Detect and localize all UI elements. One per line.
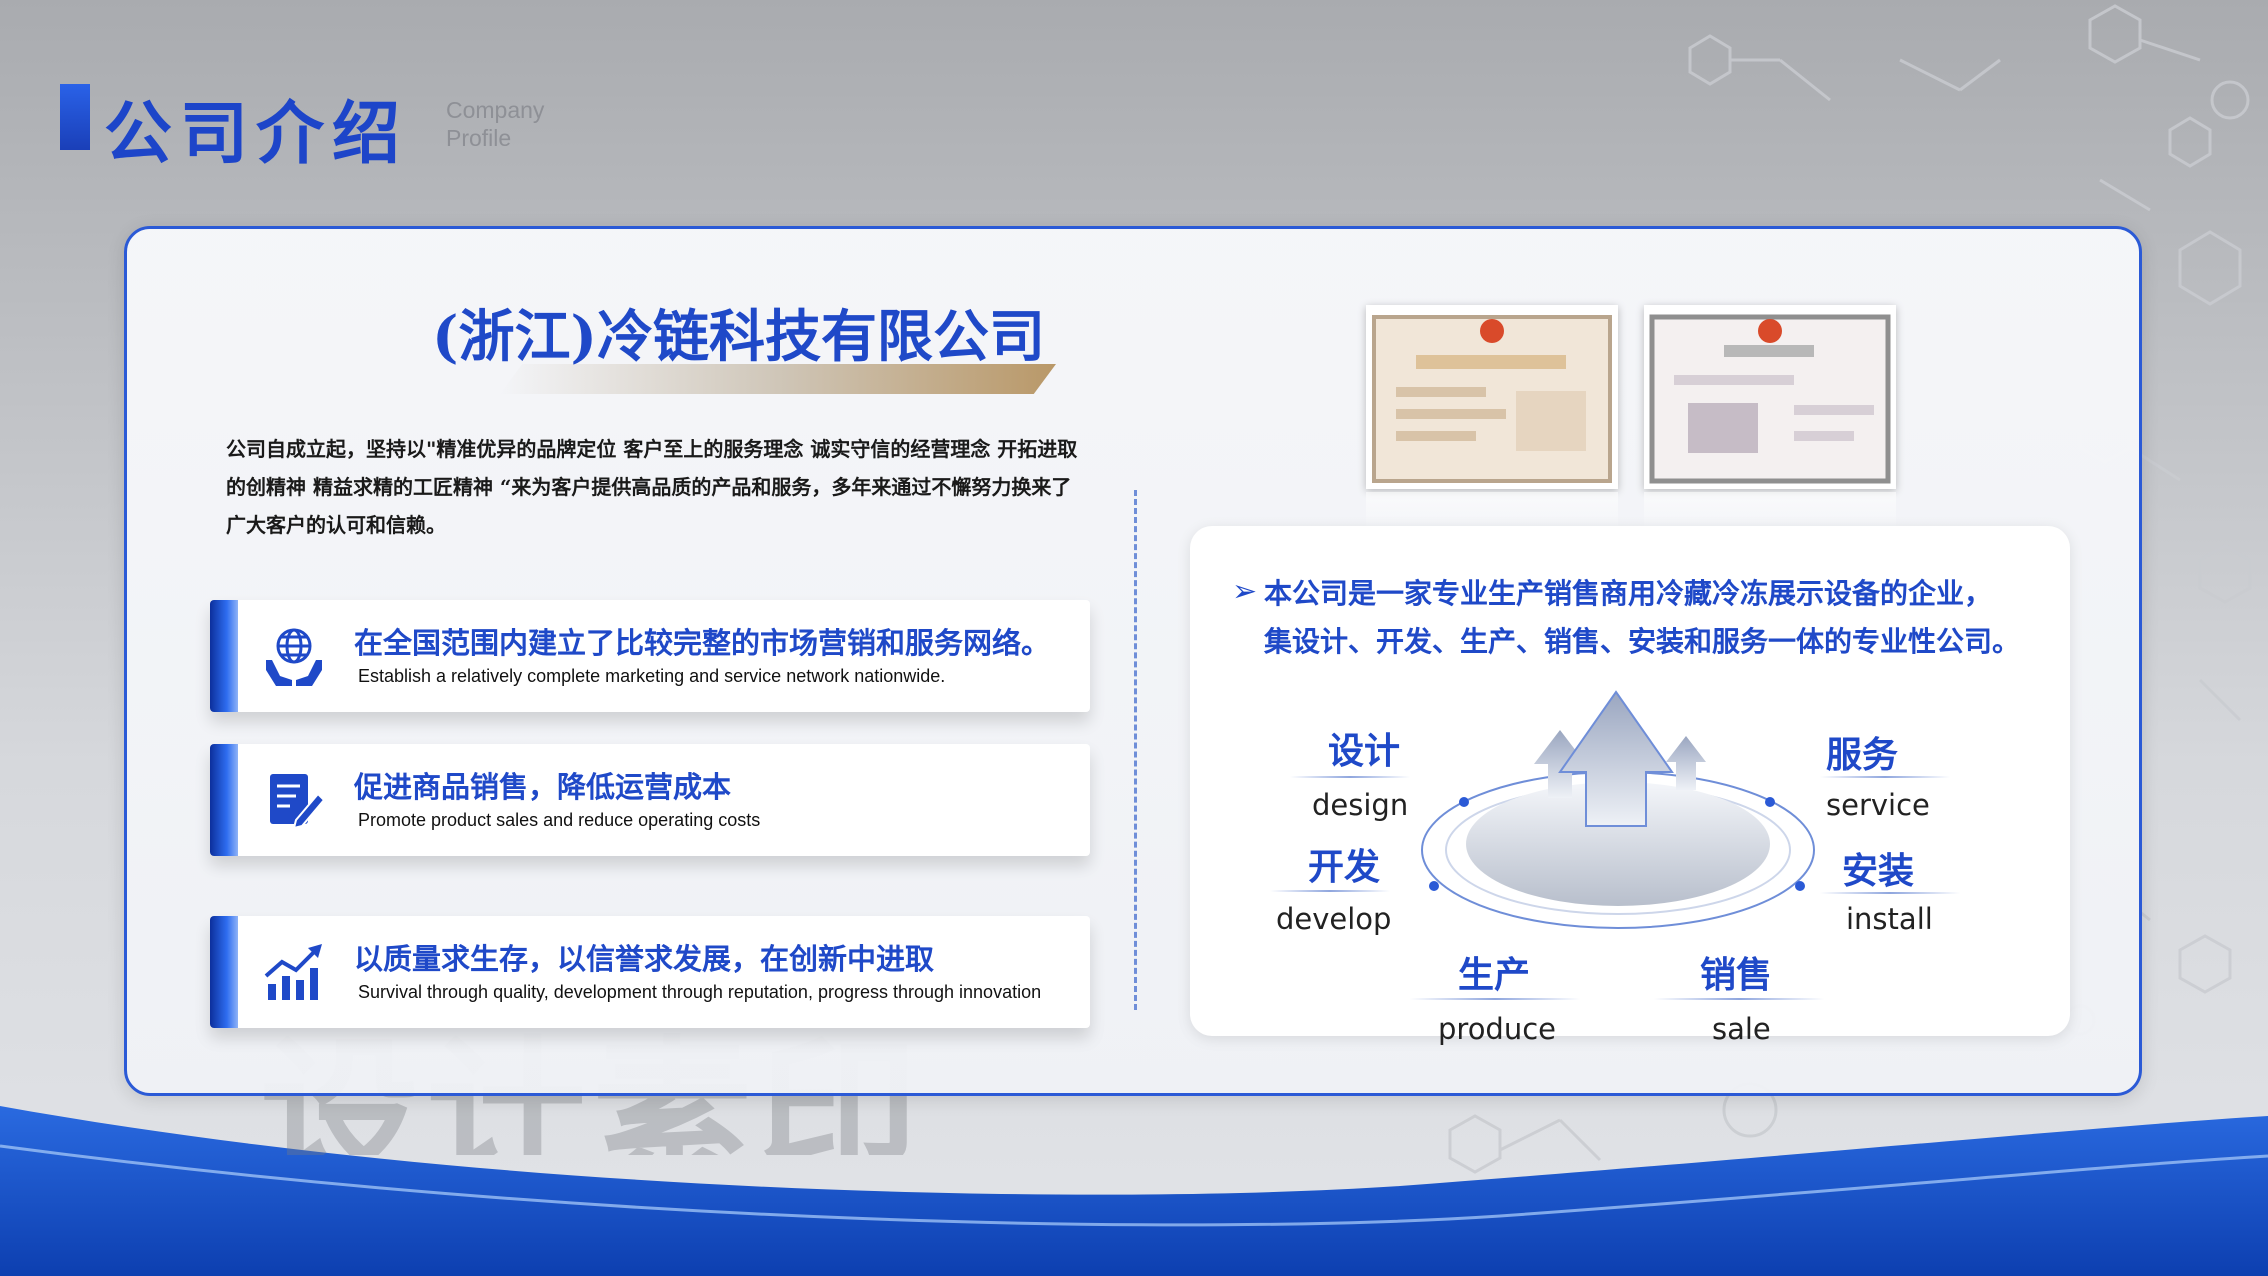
service-cycle-diagram (1421, 690, 1815, 929)
globe-hands-icon (266, 628, 322, 686)
company-intro: 公司自成立起，坚持以"精准优异的品牌定位 客户至上的服务理念 诚实守信的经营理念… (226, 437, 1078, 537)
feature-accent-bar (210, 744, 238, 856)
feature-description: Survival through quality, development th… (358, 982, 1042, 1002)
service-underline (1270, 890, 1390, 892)
certificate-image (1644, 305, 1896, 489)
service-label-install: 安装 (1842, 850, 1915, 892)
service-label-design-en: design (1312, 788, 1409, 822)
service-label-sale-en: sale (1712, 1012, 1771, 1046)
subtitle-line-2: Profile (446, 125, 512, 151)
service-label-sale: 销售 (1700, 954, 1773, 996)
feature-title: 促进商品销售，降低运营成本 (354, 770, 732, 804)
service-label-design: 设计 (1328, 730, 1401, 772)
service-underline (1654, 998, 1824, 1000)
service-label-service: 服务 (1826, 734, 1899, 776)
service-underline (1290, 776, 1410, 778)
service-underline (1820, 776, 1950, 778)
business-license-image (1366, 305, 1618, 489)
title-accent-bar (60, 84, 90, 150)
service-label-service-en: service (1826, 788, 1930, 822)
dashed-divider (1134, 490, 1137, 1010)
feature-item-sales: 促进商品销售，降低运营成本 Promote product sales and … (210, 744, 1090, 856)
feature-accent-bar (210, 916, 238, 1028)
service-label-produce-en: produce (1438, 1012, 1557, 1046)
company-name-underline (500, 364, 1056, 394)
feature-title: 以质量求生存，以信誉求发展，在创新中进取 (354, 942, 935, 976)
document-edit-icon (270, 774, 326, 830)
panel-line-2: 集设计、开发、生产、销售、安装和服务一体的专业性公司。 (1264, 625, 2021, 658)
chevron-right-icon: ➢ (1232, 574, 1258, 609)
feature-accent-bar (210, 600, 238, 712)
page-subtitle: Company Profile (446, 96, 586, 152)
feature-item-quality: 以质量求生存，以信誉求发展，在创新中进取 Survival through qu… (210, 916, 1090, 1028)
panel-line-1: 本公司是一家专业生产销售商用冷藏冷冻展示设备的企业， (1264, 577, 1993, 610)
page-title: 公司介绍 (104, 95, 409, 174)
service-label-develop: 开发 (1308, 846, 1381, 888)
feature-title: 在全国范围内建立了比较完整的市场营销和服务网络。 (354, 626, 1051, 660)
company-name: (浙江)冷链科技有限公司 (432, 304, 1045, 370)
feature-description: Promote product sales and reduce operati… (358, 810, 761, 830)
service-underline (1820, 892, 1960, 894)
service-underline (1410, 998, 1580, 1000)
feature-description: Establish a relatively complete marketin… (358, 666, 946, 686)
panel-description: 本公司是一家专业生产销售商用冷藏冷冻展示设备的企业， 集设计、开发、生产、销售、… (1264, 570, 2064, 666)
service-label-produce: 生产 (1458, 954, 1531, 996)
feature-item-network: 在全国范围内建立了比较完整的市场营销和服务网络。 Establish a rel… (210, 600, 1090, 712)
service-label-install-en: install (1846, 902, 1933, 936)
subtitle-line-1: Company (446, 97, 545, 123)
growth-chart-icon (264, 944, 322, 1000)
service-label-develop-en: develop (1276, 902, 1392, 936)
